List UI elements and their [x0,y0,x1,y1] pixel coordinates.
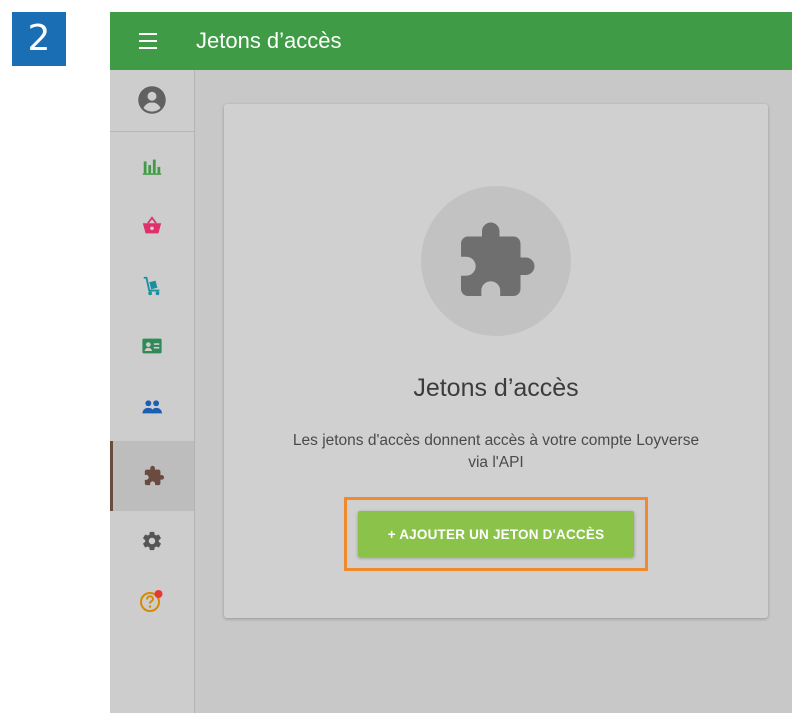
notification-dot [154,590,163,598]
empty-state-title: Jetons d’accès [413,374,579,402]
sidebar-item-account[interactable] [110,70,194,130]
sidebar-item-sales[interactable] [110,196,194,256]
sidebar-item-integrations[interactable] [110,441,194,511]
page-title: Jetons d’accès [196,28,342,53]
hand-truck-icon [143,276,160,296]
empty-state-card: Jetons d’accès Les jetons d'accès donnen… [224,104,768,618]
puzzle-icon [461,222,535,296]
puzzle-icon [144,465,164,486]
sidebar-item-items[interactable] [110,256,194,316]
app-window: Jetons d’accès Jetons d’accès Les jetons… [110,12,792,713]
sidebar-item-reports[interactable] [110,136,194,196]
sidebar [110,70,195,713]
step-number-badge: 2 [12,12,66,66]
account-circle-icon [138,86,166,114]
sidebar-item-settings[interactable] [110,511,194,571]
menu-icon[interactable] [139,33,157,49]
empty-state-description: Les jetons d'accès donnent accès à votre… [292,432,700,471]
illustration-circle [421,186,571,336]
add-access-token-button[interactable]: + AJOUTER UN JETON D'ACCÈS [358,511,634,557]
sidebar-item-customers[interactable] [110,376,194,436]
gear-icon [143,531,161,551]
sidebar-item-employees[interactable] [110,316,194,376]
shopping-basket-icon [142,216,162,234]
people-icon [142,400,163,414]
help-icon [140,590,163,612]
bar-chart-icon [142,159,162,175]
sidebar-item-help[interactable] [110,571,194,631]
top-app-bar: Jetons d’accès [110,12,792,70]
id-card-icon [142,338,162,354]
